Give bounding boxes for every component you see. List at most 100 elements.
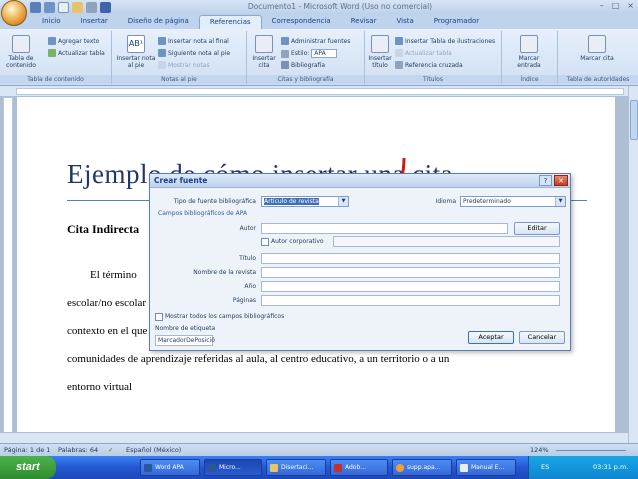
insert-caption-button[interactable]: Insertar título [367, 35, 393, 69]
tab-inicio[interactable]: Inicio [32, 15, 71, 29]
paragraph-line-1[interactable]: El término [90, 269, 137, 281]
title-field[interactable] [261, 253, 560, 264]
tab-diseno[interactable]: Diseño de página [118, 15, 199, 29]
taskbar-item-adobe[interactable]: Adob... [330, 459, 388, 476]
taskbar-item-label: supp.apa... [407, 464, 441, 471]
journal-name-field[interactable] [261, 267, 560, 278]
tag-name-field[interactable]: MarcadorDePosició [155, 335, 215, 346]
vertical-scroll-thumb[interactable] [630, 100, 638, 140]
dialog-close-button[interactable]: ✕ [554, 175, 568, 186]
edit-author-button[interactable]: Editar [514, 222, 560, 235]
dialog-title-bar[interactable]: Crear fuente ? ✕ [150, 174, 570, 188]
open-icon[interactable] [72, 2, 83, 13]
page-count[interactable]: Página: 1 de 1 [4, 446, 50, 454]
update-table-icon [48, 49, 56, 57]
group-label-authorities: Tabla de autoridades [558, 75, 638, 84]
maximize-button[interactable]: □ [612, 1, 620, 10]
insert-citation-button[interactable]: Insertar cita [249, 35, 279, 69]
source-type-value: Artículo de revista [264, 198, 319, 205]
undo-icon[interactable] [30, 2, 41, 13]
show-notes-button[interactable]: Mostrar notas [158, 61, 209, 69]
clock[interactable]: 03:31 p.m. [593, 463, 628, 471]
tab-referencias[interactable]: Referencias [198, 15, 262, 29]
taskbar-item-word-apa[interactable]: Word APA [140, 459, 200, 476]
document-heading[interactable]: Cita Indirecta [67, 222, 139, 237]
taskbar-item-manual[interactable]: Manual E... [456, 459, 516, 476]
show-all-fields-checkbox[interactable] [155, 313, 163, 321]
tab-correspondencia[interactable]: Correspondencia [262, 15, 341, 29]
table-of-contents-button[interactable]: Tabla de contenido [2, 35, 40, 69]
author-field[interactable] [261, 223, 508, 234]
insert-citation-icon [255, 35, 273, 53]
group-citations: Insertar cita Administrar fuentes Estilo… [247, 31, 365, 84]
tab-programador[interactable]: Programador [424, 15, 489, 29]
corporate-author-field[interactable] [333, 236, 560, 247]
update-table-button[interactable]: Actualizar tabla [48, 49, 105, 57]
start-button[interactable]: start [0, 456, 56, 479]
save-icon[interactable] [100, 2, 111, 13]
taskbar-item-label: Disertaci... [281, 464, 314, 471]
dialog-help-button[interactable]: ? [539, 175, 552, 186]
mark-entry-label: Marcar entrada [517, 55, 541, 69]
corporate-author-checkbox[interactable] [261, 238, 269, 246]
mark-citation-label: Marcar cita [580, 55, 614, 62]
tab-vista[interactable]: Vista [386, 15, 423, 29]
paragraph-line-4[interactable]: comunidades de aprendizaje referidas al … [67, 353, 449, 365]
mark-citation-button[interactable]: Marcar cita [574, 35, 620, 62]
insert-endnote-button[interactable]: Insertar nota al final [158, 37, 229, 45]
taskbar: start Word APA Micro... Disertaci... Ado… [0, 456, 638, 479]
add-text-button[interactable]: Agregar texto [48, 37, 99, 45]
cancel-button[interactable]: Cancelar [519, 331, 565, 344]
zoom-slider[interactable] [556, 450, 626, 451]
mark-citation-icon [588, 35, 606, 53]
style-dropdown[interactable]: APA [311, 49, 338, 58]
source-type-select[interactable]: Artículo de revista ▼ [261, 196, 349, 207]
zoom-level[interactable]: 124% [530, 446, 549, 454]
update-captions-icon [395, 49, 403, 57]
group-label-toc: Tabla de contenido [0, 75, 111, 84]
mark-entry-button[interactable]: Marcar entrada [508, 35, 550, 69]
taskbar-item-disertaci[interactable]: Disertaci... [266, 459, 326, 476]
style-label: Estilo: [291, 50, 310, 57]
new-document-icon[interactable] [58, 2, 69, 13]
tab-insertar[interactable]: Insertar [71, 15, 118, 29]
table-of-contents-label: Tabla de contenido [6, 55, 36, 69]
insert-footnote-button[interactable]: AB¹ Insertar nota al pie [116, 35, 156, 69]
taskbar-item-label: Word APA [155, 464, 184, 471]
print-icon[interactable] [86, 2, 97, 13]
group-index: Marcar entrada Índice [502, 31, 558, 84]
year-field[interactable] [261, 281, 560, 292]
bibliography-button[interactable]: Bibliografía [281, 61, 325, 69]
language-status[interactable]: Español (México) [126, 446, 181, 454]
manage-sources-button[interactable]: Administrar fuentes [281, 37, 350, 45]
tab-revisar[interactable]: Revisar [341, 15, 387, 29]
insert-illustrations-table-button[interactable]: Insertar Tabla de ilustraciones [395, 37, 495, 45]
taskbar-item-supp-apa[interactable]: supp.apa... [392, 459, 452, 476]
ok-button[interactable]: Aceptar [468, 331, 514, 344]
word-count[interactable]: Palabras: 64 [58, 446, 98, 454]
paragraph-line-5[interactable]: entorno virtual [67, 381, 132, 393]
close-button[interactable]: × [627, 1, 634, 10]
insert-caption-label: Insertar título [368, 55, 392, 69]
vertical-scrollbar[interactable] [628, 86, 638, 443]
spellcheck-icon[interactable]: ✓ [108, 446, 113, 454]
horizontal-scrollbar[interactable] [0, 432, 628, 443]
vertical-ruler[interactable] [3, 97, 13, 443]
pages-field[interactable] [261, 295, 560, 306]
office-button[interactable] [1, 0, 27, 26]
update-captions-table-button[interactable]: Actualizar tabla [395, 49, 452, 57]
paragraph-line-3[interactable]: contexto en el que [67, 325, 147, 337]
style-selector[interactable]: Estilo: APA [281, 49, 338, 58]
cross-reference-button[interactable]: Referencia cruzada [395, 61, 463, 69]
source-type-dropdown-icon: ▼ [338, 197, 348, 206]
minimize-button[interactable]: – [600, 1, 604, 10]
language-indicator[interactable]: ES [541, 463, 549, 471]
add-text-label: Agregar texto [58, 37, 100, 45]
paragraph-line-2[interactable]: escolar/no escolar [67, 297, 146, 309]
taskbar-item-micro[interactable]: Micro... [204, 459, 262, 476]
redo-icon[interactable] [44, 2, 55, 13]
language-select[interactable]: Predeterminado ▼ [460, 196, 566, 207]
footnote-icon: AB¹ [127, 35, 145, 53]
horizontal-ruler[interactable] [0, 86, 638, 97]
next-footnote-button[interactable]: Siguiente nota al pie [158, 49, 230, 57]
